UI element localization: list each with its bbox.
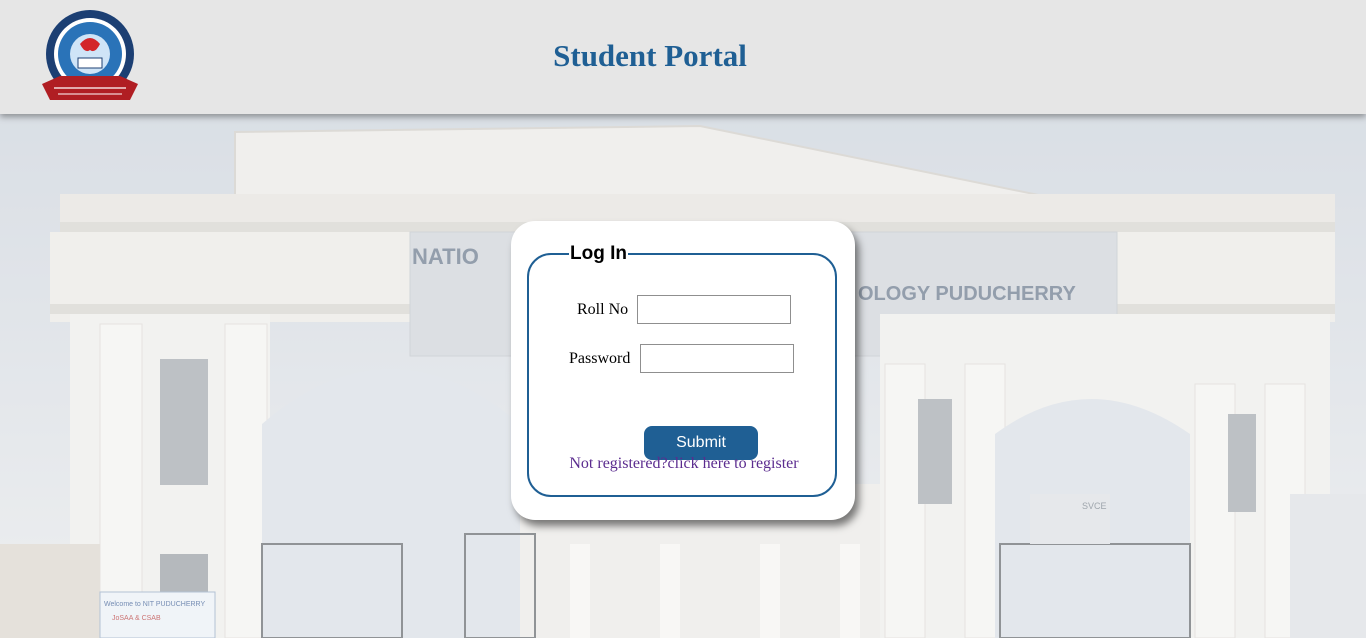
page-title: Student Portal xyxy=(553,38,747,73)
roll-no-label: Roll No xyxy=(577,301,629,318)
login-fieldset: Log In Roll No Password Submit Not regis… xyxy=(527,243,839,497)
register-link[interactable]: Not registered?click here to register xyxy=(529,455,839,473)
password-input[interactable] xyxy=(640,344,794,373)
password-label: Password xyxy=(569,350,631,367)
login-card: Log In Roll No Password Submit Not regis… xyxy=(511,221,855,520)
roll-no-input[interactable] xyxy=(637,295,791,324)
header: Student Portal xyxy=(0,0,1366,114)
login-legend: Log In xyxy=(569,243,628,265)
